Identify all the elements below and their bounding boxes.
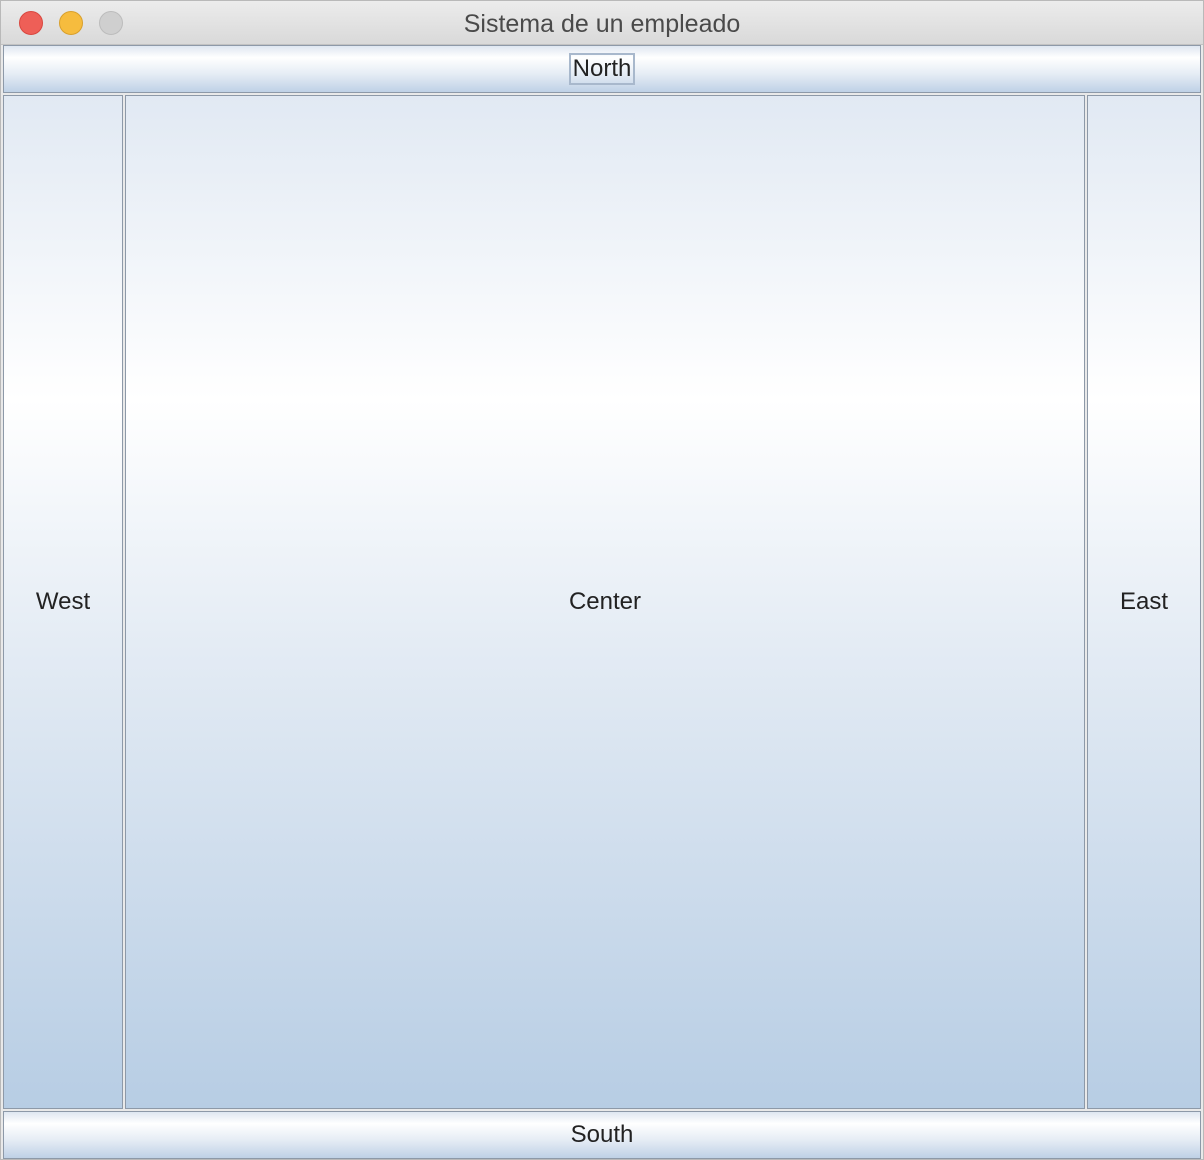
east-button-label: East	[1119, 588, 1169, 615]
east-button[interactable]: East	[1087, 95, 1201, 1109]
app-window: Sistema de un empleado North West Center…	[0, 0, 1204, 1160]
window-title: Sistema de un empleado	[463, 10, 741, 38]
west-button-label: West	[35, 588, 91, 615]
north-button-label: North	[568, 53, 636, 85]
west-button[interactable]: West	[3, 95, 123, 1109]
title-bar[interactable]: Sistema de un empleado	[1, 1, 1203, 45]
center-button-label: Center	[568, 588, 642, 615]
north-button[interactable]: North	[3, 45, 1201, 93]
south-button-label: South	[570, 1121, 634, 1148]
center-button[interactable]: Center	[125, 95, 1085, 1109]
south-button[interactable]: South	[3, 1111, 1201, 1159]
